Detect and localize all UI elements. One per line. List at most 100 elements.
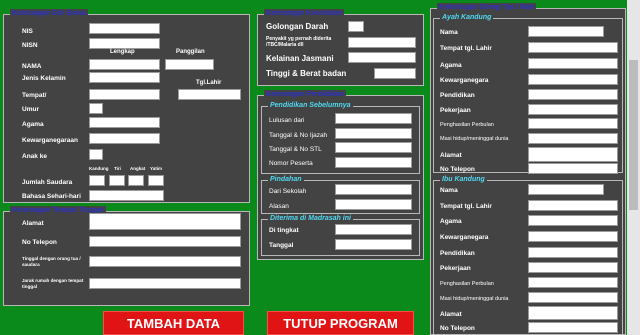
- input-nisn[interactable]: [89, 38, 160, 49]
- label-di-tingkat: Di tingkat: [269, 227, 299, 234]
- input-stl[interactable]: [335, 142, 412, 153]
- input-kelainan-jasmani[interactable]: [348, 52, 416, 63]
- input-dari-sekolah[interactable]: [335, 184, 412, 195]
- input-ayah-pekerjaan[interactable]: [528, 104, 618, 115]
- label-nis: NIS: [22, 28, 33, 35]
- input-ibu-penghasilan[interactable]: [528, 277, 618, 288]
- input-ibu-masih-hidup[interactable]: [528, 292, 618, 303]
- input-umur[interactable]: [89, 103, 103, 114]
- input-ayah-tempat-lahir[interactable]: [528, 42, 618, 53]
- label-ayah-alamat: Alamat: [440, 152, 462, 159]
- vertical-scrollbar[interactable]: [627, 0, 640, 335]
- input-ayah-penghasilan[interactable]: [528, 118, 618, 129]
- input-jarak[interactable]: [89, 278, 241, 289]
- label-ibu-agama: Agama: [440, 218, 462, 225]
- label-ibu-penghasilan: Penghasilan Perbulan: [440, 281, 494, 287]
- input-golongan-darah[interactable]: [348, 21, 364, 32]
- input-nama-lengkap[interactable]: [89, 59, 160, 70]
- input-ayah-agama[interactable]: [528, 58, 618, 69]
- input-ayah-alamat[interactable]: [528, 147, 618, 162]
- input-di-tingkat[interactable]: [335, 224, 412, 235]
- input-alasan[interactable]: [335, 199, 412, 210]
- tutup-program-button[interactable]: TUTUP PROGRAM: [267, 311, 414, 335]
- label-golongan-darah: Golongan Darah: [266, 22, 329, 31]
- label-ayah-pendidikan: Pendidikan: [440, 92, 475, 99]
- label-ayah-pekerjaan: Pekerjaan: [440, 107, 471, 114]
- label-ibu-kewarganegaraan: Kewarganegara: [440, 234, 489, 241]
- label-anak-ke: Anak ke: [22, 153, 47, 160]
- label-ayah-telepon: No Telepon: [440, 166, 475, 173]
- label-ibu-tempat-lahir: Tempat tgl. Lahir: [440, 203, 492, 210]
- input-ayah-telepon[interactable]: [528, 163, 618, 174]
- input-ibu-alamat[interactable]: [528, 306, 618, 320]
- tambah-data-button[interactable]: TAMBAH DATA: [103, 311, 244, 335]
- input-saudara-yatim[interactable]: [148, 175, 164, 186]
- input-ibu-agama[interactable]: [528, 215, 618, 226]
- input-nama-panggilan[interactable]: [165, 59, 214, 70]
- input-ibu-telepon[interactable]: [528, 322, 618, 333]
- label-stl: Tanggal & No STL: [269, 146, 322, 153]
- label-tanggal: Tanggal: [269, 242, 294, 249]
- input-ibu-pekerjaan[interactable]: [528, 262, 618, 273]
- input-ayah-masih-hidup[interactable]: [528, 133, 618, 144]
- label-tempat: Tempat/: [22, 92, 47, 99]
- input-saudara-angkat[interactable]: [128, 175, 144, 186]
- label-kelainan-jasmani: Kelainan Jasmani: [266, 54, 334, 63]
- label-ijazah: Tanggal & No Ijazah: [269, 132, 328, 139]
- caption-angkat: Angkat: [130, 166, 146, 171]
- label-dari-sekolah: Dari Sekolah: [269, 188, 307, 195]
- input-tempat-lahir[interactable]: [89, 89, 160, 100]
- input-saudara-kandung[interactable]: [89, 175, 105, 186]
- input-kewarganegaraan[interactable]: [89, 133, 160, 144]
- label-umur: Umur: [22, 106, 39, 113]
- label-ayah-tempat-lahir: Tempat tgl. Lahir: [440, 45, 492, 52]
- label-penyakit: Penyakit yg pernah diderita /TBC/Malaria…: [266, 36, 332, 48]
- label-ibu-masih-hidup: Masi hidup/meninggal dunia: [440, 296, 509, 302]
- input-anak-ke[interactable]: [89, 149, 103, 160]
- input-ibu-tempat-lahir[interactable]: [528, 200, 618, 211]
- scrollbar-thumb[interactable]: [629, 60, 638, 210]
- caption-kandung: Kandung: [89, 166, 109, 171]
- label-jenis-kelamin: Jenis Kelamin: [22, 75, 66, 82]
- label-ayah-agama: Agama: [440, 62, 462, 69]
- panel-title-orang-tua: Keterangan Orang Tua / Wali: [437, 3, 536, 13]
- label-nama: NAMA: [22, 63, 42, 70]
- label-ayah-masih-hidup: Masi hidup/meninggal dunia: [440, 136, 509, 142]
- subpanel-title-sebelumnya: Pendidikan Sebelumnya: [268, 101, 353, 111]
- label-ibu-pendidikan: Pendidikan: [440, 250, 475, 257]
- input-penyakit[interactable]: [348, 37, 416, 48]
- label-jarak: Jarak rumah dengan tempat tinggal: [22, 278, 84, 289]
- input-ayah-pendidikan[interactable]: [528, 89, 618, 100]
- input-no-telepon[interactable]: [89, 236, 241, 247]
- panel-title-keterangan-diri: Keterangan Diri Siswa: [10, 9, 88, 19]
- input-ibu-kewarganegaraan[interactable]: [528, 231, 618, 242]
- input-peserta[interactable]: [335, 157, 412, 168]
- caption-lengkap: Lengkap: [110, 49, 135, 55]
- label-ayah-nama: Nama: [440, 29, 458, 36]
- input-alamat[interactable]: [89, 213, 241, 230]
- input-tanggal[interactable]: [335, 239, 412, 250]
- caption-panggilan: Panggilan: [176, 49, 205, 55]
- input-jenis-kelamin[interactable]: [89, 72, 160, 83]
- input-nis[interactable]: [89, 23, 160, 34]
- input-tgl-lahir[interactable]: [178, 89, 241, 100]
- subpanel-title-ibu: Ibu Kandung: [440, 175, 487, 185]
- label-jumlah-saudara: Jumlah Saudara: [22, 179, 73, 186]
- input-tinggal-dengan[interactable]: [89, 256, 241, 267]
- input-ijazah[interactable]: [335, 128, 412, 139]
- input-ayah-nama[interactable]: [528, 26, 604, 37]
- label-bahasa: Bahasa Sehari-hari: [22, 193, 81, 200]
- label-kewarganegaraan: Kewarganegaraan: [22, 137, 78, 144]
- input-saudara-tiri[interactable]: [109, 175, 125, 186]
- input-lulusan[interactable]: [335, 113, 412, 124]
- subpanel-title-pindahan: Pindahan: [268, 175, 304, 185]
- input-bahasa[interactable]: [89, 190, 164, 201]
- input-ibu-pendidikan[interactable]: [528, 247, 618, 258]
- input-ibu-nama[interactable]: [528, 184, 604, 195]
- label-ibu-alamat: Alamat: [440, 311, 462, 318]
- input-ayah-kewarganegaraan[interactable]: [528, 74, 618, 85]
- input-tinggi-berat[interactable]: [374, 68, 416, 79]
- label-nisn: NISN: [22, 42, 38, 49]
- panel-title-pendidikan: Keterangan Pendidikan: [264, 90, 346, 100]
- input-agama[interactable]: [89, 117, 160, 128]
